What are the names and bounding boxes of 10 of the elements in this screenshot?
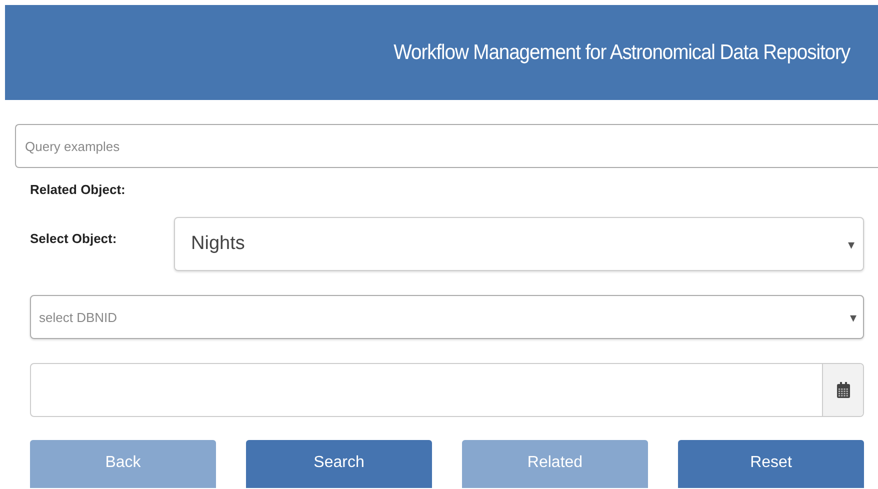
date-field[interactable] (30, 363, 864, 417)
reset-button[interactable]: Reset (678, 440, 864, 488)
related-object-label: Related Object: (30, 182, 126, 197)
search-button[interactable]: Search (246, 440, 432, 488)
dbnid-select[interactable]: select DBNID ▾ (30, 295, 864, 339)
select-object-label: Select Object: (30, 230, 118, 246)
object-select[interactable]: Nights ▾ (174, 217, 864, 271)
page-title: Workflow Management for Astronomical Data Repository (394, 40, 850, 64)
calendar-icon[interactable] (836, 382, 850, 398)
query-field[interactable]: Query examples (15, 124, 878, 168)
